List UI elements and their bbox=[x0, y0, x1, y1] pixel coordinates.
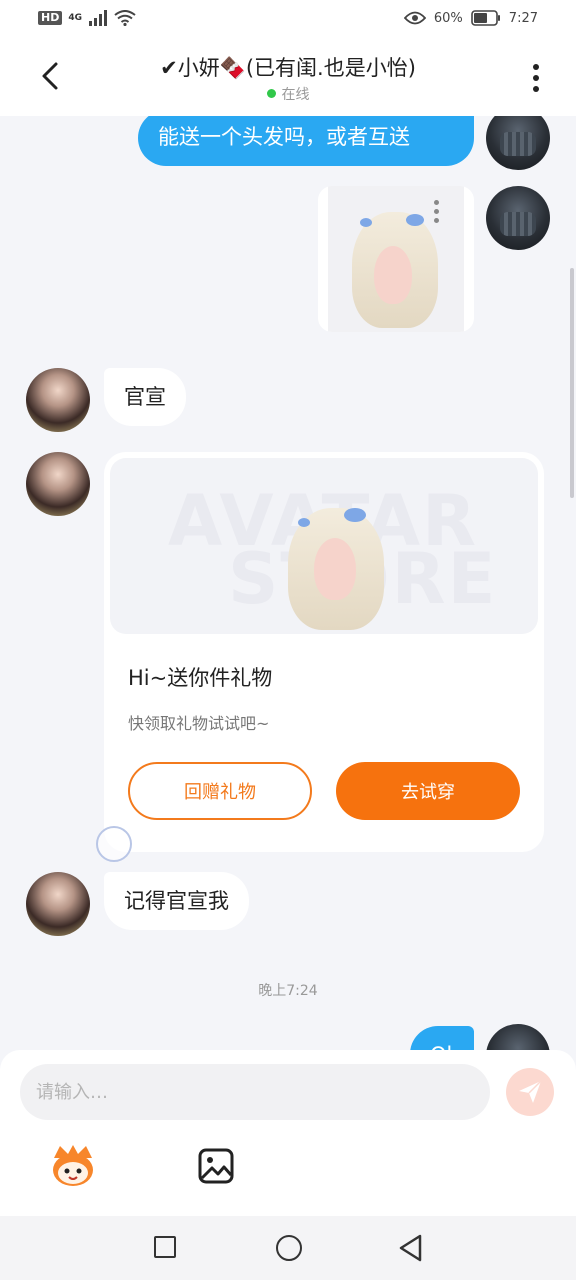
hair-preview-image bbox=[328, 186, 464, 332]
nav-back-button[interactable] bbox=[398, 1234, 424, 1262]
contact-avatar[interactable] bbox=[26, 872, 90, 936]
image-button[interactable] bbox=[198, 1148, 234, 1184]
face-mask-icon bbox=[500, 132, 536, 156]
message-input[interactable] bbox=[20, 1064, 490, 1120]
gift-subtitle: 快领取礼物试试吧~ bbox=[128, 714, 270, 733]
more-options-button[interactable] bbox=[522, 58, 550, 98]
contact-avatar[interactable] bbox=[26, 368, 90, 432]
triangle-back-icon bbox=[399, 1234, 422, 1262]
dots-icon bbox=[434, 200, 440, 223]
my-avatar[interactable] bbox=[486, 186, 550, 250]
dot-icon bbox=[533, 75, 539, 81]
online-status: 在线 bbox=[0, 84, 576, 104]
sticker-button[interactable] bbox=[48, 1144, 98, 1188]
network-type-label: 4G bbox=[68, 13, 82, 23]
status-bar: HD 4G 60% 7:27 bbox=[0, 0, 576, 40]
wifi-icon bbox=[114, 10, 136, 26]
recent-apps-button[interactable] bbox=[154, 1236, 176, 1258]
touch-indicator bbox=[96, 826, 132, 862]
message-bubble-sent[interactable]: 能送一个头发吗，或者互送 bbox=[138, 116, 474, 166]
gift-banner-image: AVATAR STORE bbox=[110, 458, 538, 634]
message-timestamp: 晚上7:24 bbox=[258, 983, 318, 999]
message-bubble-received[interactable]: 记得官宣我 bbox=[104, 872, 249, 930]
try-on-button[interactable]: 去试穿 bbox=[336, 762, 520, 820]
dot-icon bbox=[533, 64, 539, 70]
online-status-label: 在线 bbox=[281, 87, 310, 103]
return-gift-button[interactable]: 回赠礼物 bbox=[128, 762, 312, 820]
scrollbar[interactable] bbox=[570, 268, 574, 498]
hd-badge: HD bbox=[38, 11, 63, 25]
input-panel bbox=[0, 1050, 576, 1216]
gift-card[interactable]: AVATAR STORE Hi~送你件礼物 快领取礼物试试吧~ 回赠礼物 去试穿 bbox=[104, 452, 544, 852]
battery-percent: 60% bbox=[433, 10, 463, 26]
my-avatar[interactable] bbox=[486, 116, 550, 170]
system-nav-bar bbox=[0, 1216, 576, 1280]
home-button[interactable] bbox=[276, 1235, 302, 1261]
clock: 7:27 bbox=[508, 10, 538, 26]
contact-avatar[interactable] bbox=[26, 452, 90, 516]
dot-icon bbox=[533, 86, 539, 92]
contact-name: ✔小妍🍫(已有闺.也是小怡) bbox=[160, 56, 416, 80]
my-avatar[interactable] bbox=[486, 1024, 550, 1050]
chat-header: ✔小妍🍫(已有闺.也是小怡) 在线 bbox=[0, 40, 576, 116]
send-button[interactable] bbox=[506, 1068, 554, 1116]
face-mask-icon bbox=[500, 212, 536, 236]
message-bubble-received[interactable]: 官宣 bbox=[104, 368, 186, 426]
gift-title: Hi~送你件礼物 bbox=[128, 666, 273, 690]
eye-icon bbox=[403, 11, 426, 25]
signal-icon bbox=[89, 10, 107, 26]
online-indicator-icon bbox=[266, 89, 276, 98]
image-icon bbox=[198, 1148, 234, 1184]
mascot-sticker-icon bbox=[53, 1145, 93, 1186]
message-list[interactable]: 能送一个头发吗，或者互送 官宣 AVATAR STORE bbox=[0, 116, 576, 1050]
send-icon bbox=[519, 1080, 542, 1103]
battery-icon bbox=[470, 10, 500, 26]
message-bubble-sent[interactable]: Ok bbox=[410, 1026, 474, 1050]
image-message[interactable] bbox=[318, 186, 474, 332]
